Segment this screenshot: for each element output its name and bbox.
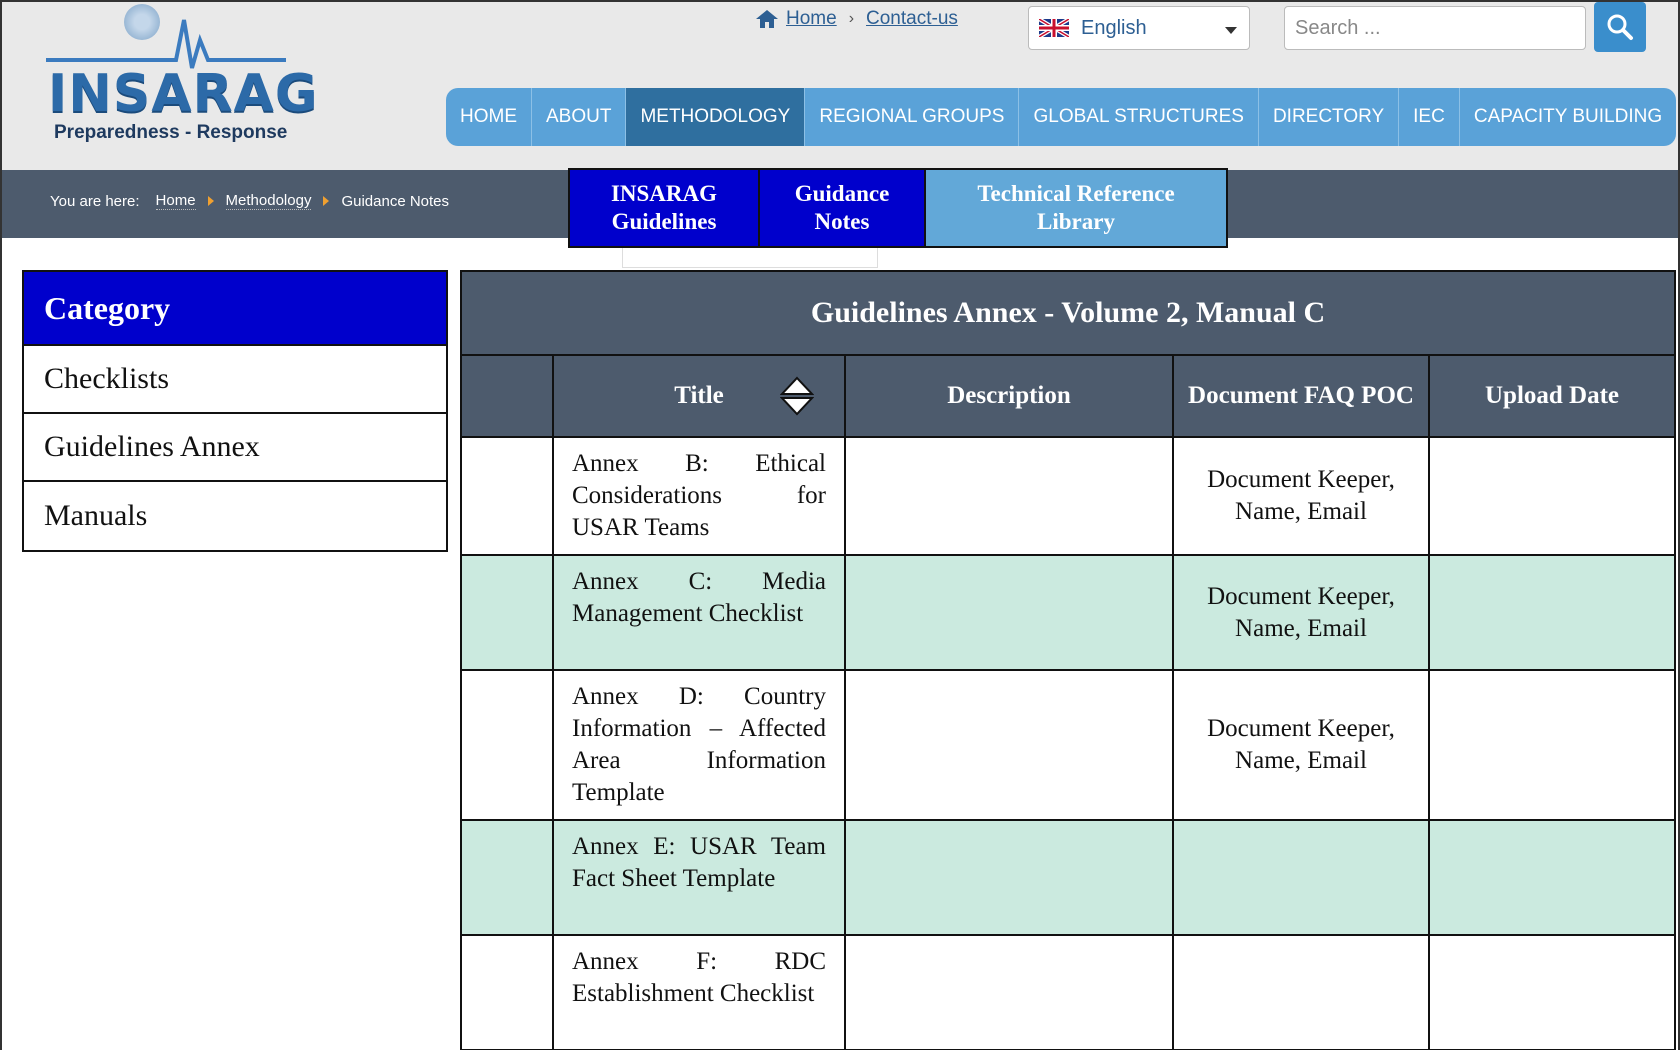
document-upload-date: [1427, 934, 1677, 1050]
utility-home-link[interactable]: Home: [786, 8, 837, 30]
contact-us-link[interactable]: Contact-us: [866, 8, 958, 30]
category-heading: Category: [24, 272, 446, 346]
nav-item-home[interactable]: HOME: [446, 88, 532, 146]
home-icon[interactable]: [756, 10, 778, 28]
document-title[interactable]: Annex E: USAR Team Fact Sheet Template: [552, 819, 846, 936]
category-panel: Category Checklists Guidelines Annex Man…: [22, 270, 448, 552]
document-upload-date: [1427, 819, 1677, 936]
utility-separator: ›: [848, 10, 855, 27]
table-row[interactable]: Annex B: Ethical Considerations for USAR…: [460, 436, 1677, 556]
sort-icon[interactable]: [780, 376, 814, 416]
nav-item-capacity-building[interactable]: CAPACITY BUILDING: [1460, 88, 1676, 146]
breadcrumb-methodology[interactable]: Methodology: [225, 192, 312, 210]
breadcrumb: You are here: Home Methodology Guidance …: [50, 192, 449, 210]
language-select[interactable]: English: [1028, 6, 1250, 50]
document-description: [844, 669, 1174, 821]
category-item-guidelines-annex[interactable]: Guidelines Annex: [24, 414, 446, 482]
document-poc: Document Keeper, Name, Email: [1172, 436, 1430, 556]
column-header-description[interactable]: Description: [844, 354, 1174, 438]
table-row[interactable]: Annex C: Media Management Checklist Docu…: [460, 554, 1677, 671]
document-poc: Document Keeper, Name, Email: [1172, 554, 1430, 671]
subtab-guidance-notes[interactable]: Guidance Notes: [760, 170, 926, 246]
column-header-upload-date[interactable]: Upload Date: [1427, 354, 1677, 438]
document-title[interactable]: Annex B: Ethical Considerations for USAR…: [552, 436, 846, 556]
language-selected: English: [1081, 16, 1147, 39]
column-header-blank: [460, 354, 554, 438]
search-input[interactable]: Search ...: [1284, 6, 1586, 50]
document-description: [844, 819, 1174, 936]
document-title[interactable]: Annex D: Country Information – Affected …: [552, 669, 846, 821]
table-caption: Guidelines Annex - Volume 2, Manual C: [459, 270, 1677, 356]
nav-item-iec[interactable]: IEC: [1399, 88, 1460, 146]
table-row[interactable]: Annex F: RDC Establishment Checklist: [460, 934, 1677, 1050]
logo-tagline: Preparedness - Response: [54, 122, 288, 143]
document-upload-date: [1427, 669, 1677, 821]
table-row[interactable]: Annex D: Country Information – Affected …: [460, 669, 1677, 821]
document-title[interactable]: Annex C: Media Management Checklist: [552, 554, 846, 671]
insarag-logo[interactable]: INSARAG Preparedness - Response: [46, 2, 319, 152]
table-row[interactable]: Annex E: USAR Team Fact Sheet Template: [460, 819, 1677, 936]
document-title[interactable]: Annex F: RDC Establishment Checklist: [552, 934, 846, 1050]
nav-item-about[interactable]: ABOUT: [532, 88, 627, 146]
site-header: INSARAG Preparedness - Response Home › C…: [2, 2, 1678, 170]
category-item-manuals[interactable]: Manuals: [24, 482, 446, 550]
subtab-label: Technical Reference Library: [977, 181, 1175, 234]
row-select-cell[interactable]: [460, 436, 554, 556]
breadcrumb-arrow-icon: [207, 196, 214, 206]
documents-table: Guidelines Annex - Volume 2, Manual C Ti…: [459, 270, 1677, 1050]
row-select-cell[interactable]: [460, 669, 554, 821]
chevron-down-icon: [1225, 27, 1237, 34]
subtab-label: Guidance Notes: [794, 181, 890, 234]
dropdown-remnant: [622, 246, 878, 268]
column-header-title-label: Title: [674, 382, 724, 410]
subtab-technical-reference-library[interactable]: Technical Reference Library: [926, 170, 1226, 246]
document-upload-date: [1427, 436, 1677, 556]
uk-flag-icon: [1039, 19, 1069, 37]
methodology-subtabs: INSARAG Guidelines Guidance Notes Techni…: [568, 168, 1228, 248]
nav-item-regional-groups[interactable]: REGIONAL GROUPS: [805, 88, 1020, 146]
document-description: [844, 554, 1174, 671]
logo-wordmark: INSARAG: [48, 64, 319, 124]
subtab-label: INSARAG Guidelines: [610, 181, 718, 234]
document-upload-date: [1427, 554, 1677, 671]
breadcrumb-current: Guidance Notes: [341, 192, 450, 210]
utility-links: Home › Contact-us: [756, 8, 958, 30]
breadcrumb-arrow-icon: [323, 196, 330, 206]
document-poc: Document Keeper, Name, Email: [1172, 669, 1430, 821]
column-header-poc[interactable]: Document FAQ POC: [1172, 354, 1430, 438]
document-poc: [1172, 819, 1430, 936]
search-button[interactable]: [1594, 2, 1646, 52]
search-icon: [1607, 14, 1633, 40]
row-select-cell[interactable]: [460, 934, 554, 1050]
row-select-cell[interactable]: [460, 554, 554, 671]
nav-item-methodology[interactable]: METHODOLOGY: [626, 88, 806, 146]
nav-item-directory[interactable]: DIRECTORY: [1259, 88, 1400, 146]
subtab-insarag-guidelines[interactable]: INSARAG Guidelines: [570, 170, 760, 246]
document-description: [844, 934, 1174, 1050]
nav-item-global-structures[interactable]: GLOBAL STRUCTURES: [1019, 88, 1259, 146]
column-header-title[interactable]: Title: [552, 354, 846, 438]
document-description: [844, 436, 1174, 556]
category-item-checklists[interactable]: Checklists: [24, 346, 446, 414]
main-nav: HOME ABOUT METHODOLOGY REGIONAL GROUPS G…: [446, 88, 1677, 146]
row-select-cell[interactable]: [460, 819, 554, 936]
document-poc: [1172, 934, 1430, 1050]
breadcrumb-prefix: You are here:: [50, 192, 140, 210]
pulse-line-icon: [46, 19, 286, 69]
breadcrumb-home[interactable]: Home: [155, 192, 196, 210]
